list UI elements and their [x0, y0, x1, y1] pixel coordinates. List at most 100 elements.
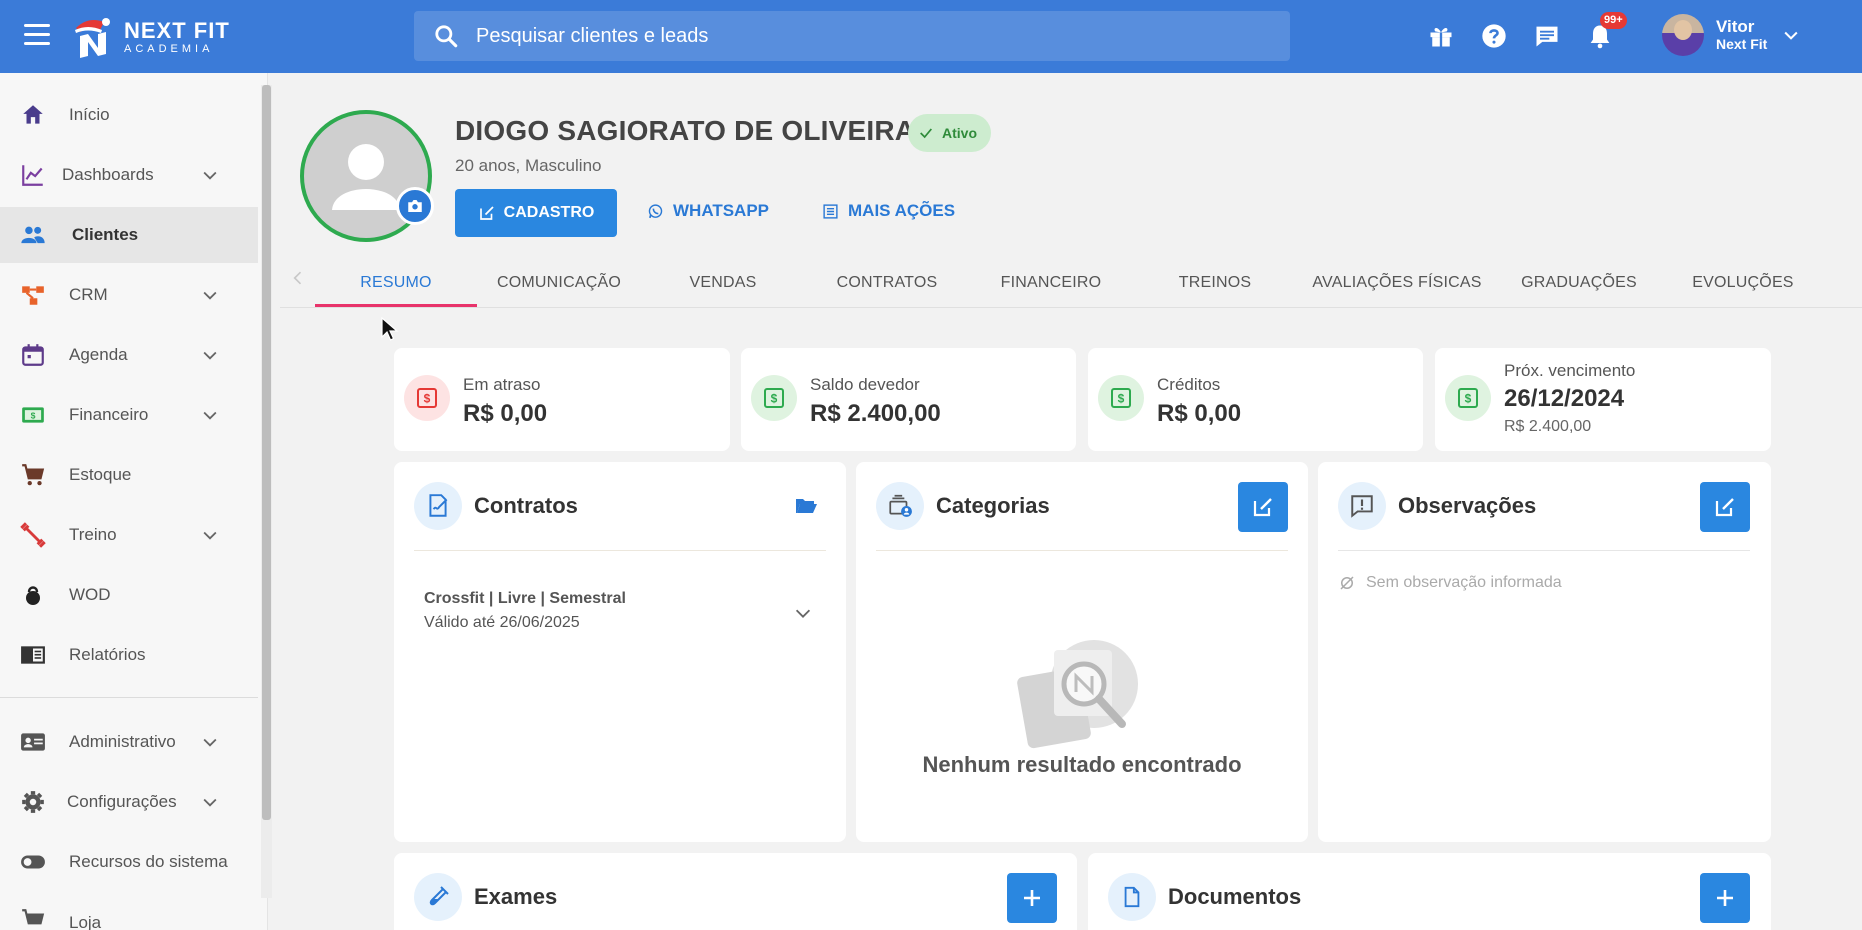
section-divider	[414, 550, 826, 551]
report-icon	[18, 640, 48, 670]
folder-open-icon[interactable]	[792, 494, 820, 518]
money-icon: $	[1445, 375, 1491, 421]
notifications-bell-icon[interactable]: 99+	[1573, 12, 1627, 54]
observacoes-empty-text: Sem observação informada	[1366, 574, 1562, 591]
calendar-icon	[18, 340, 48, 370]
sidebar-item-label: WOD	[69, 585, 111, 604]
sidebar-item-estoque[interactable]: Estoque	[0, 447, 258, 503]
wallet-user-icon	[876, 482, 924, 530]
sidebar-item-administrativo[interactable]: Administrativo	[0, 714, 258, 770]
sidebar-item-dashboards[interactable]: Dashboards	[0, 147, 258, 203]
section-title: Documentos	[1168, 884, 1302, 909]
chevron-left-icon[interactable]	[288, 268, 308, 288]
cadastro-label: CADASTRO	[503, 204, 595, 221]
active-tab-indicator	[315, 304, 477, 307]
add-documento-button[interactable]	[1700, 873, 1750, 923]
money-icon: $	[18, 400, 48, 430]
toggle-icon	[18, 847, 48, 877]
chevron-down-icon	[203, 738, 217, 747]
sidebar-item-label: Loja	[69, 913, 102, 930]
status-badge: Ativo	[908, 114, 991, 152]
user-menu[interactable]: Vitor Next Fit	[1662, 14, 1801, 56]
chevron-down-icon	[203, 798, 217, 807]
menu-icon[interactable]	[24, 24, 50, 46]
gift-icon[interactable]	[1414, 18, 1467, 54]
tab-contratos[interactable]: CONTRATOS	[805, 258, 969, 308]
chevron-down-icon[interactable]	[792, 602, 814, 624]
stat-value: R$ 2.400,00	[810, 400, 941, 427]
people-icon	[18, 220, 48, 250]
store-cart-icon	[18, 905, 48, 930]
sidebar-item-clientes[interactable]: Clientes	[0, 207, 258, 263]
sidebar-scroll-thumb[interactable]	[262, 85, 271, 820]
change-photo-button[interactable]	[396, 187, 434, 225]
section-divider	[876, 550, 1288, 551]
exames-card: Exames	[394, 853, 1077, 930]
sidebar-item-label: CRM	[69, 285, 108, 304]
home-icon	[18, 100, 48, 130]
stat-label: Próx. vencimento	[1504, 361, 1636, 380]
search-input[interactable]	[468, 11, 1290, 61]
chevron-down-icon	[203, 171, 217, 180]
logo-subtitle: ACADEMIA	[124, 42, 214, 55]
sidebar-item-crm[interactable]: CRM	[0, 267, 258, 323]
tab-vendas[interactable]: VENDAS	[641, 258, 805, 308]
section-title: Contratos	[474, 493, 578, 518]
sidebar-item-configuracoes[interactable]: Configurações	[0, 774, 258, 830]
search-bar	[414, 11, 1290, 61]
sidebar-scrollbar[interactable]	[261, 85, 272, 898]
mais-acoes-button[interactable]: MAIS AÇÕES	[822, 201, 955, 221]
client-name: DIOGO SAGIORATO DE OLIVEIRA	[455, 115, 916, 146]
sidebar-item-label: Agenda	[69, 345, 128, 364]
tab-financeiro[interactable]: FINANCEIRO	[969, 258, 1133, 308]
money-icon: $	[1098, 375, 1144, 421]
sidebar-item-financeiro[interactable]: $ Financeiro	[0, 387, 258, 443]
section-title: Categorias	[936, 493, 1050, 518]
edit-observacoes-button[interactable]	[1700, 482, 1750, 532]
chevron-down-icon	[203, 531, 217, 540]
sidebar-item-inicio[interactable]: Início	[0, 87, 258, 143]
sidebar-item-wod[interactable]: WOD	[0, 567, 258, 623]
help-icon[interactable]	[1467, 18, 1520, 54]
sidebar-item-treino[interactable]: Treino	[0, 507, 258, 563]
logo-title: NEXT FIT	[124, 17, 230, 43]
empty-search-illustration	[1017, 640, 1138, 749]
mouse-cursor-icon	[381, 317, 399, 341]
logo[interactable]: NEXT FIT ACADEMIA	[70, 12, 230, 62]
sidebar-item-label: Início	[69, 105, 110, 124]
user-company: Next Fit	[1716, 35, 1768, 52]
list-icon	[823, 203, 838, 219]
sidebar-item-relatorios[interactable]: Relatórios	[0, 627, 258, 683]
chevron-down-icon	[203, 351, 217, 360]
svg-text:$: $	[31, 411, 36, 421]
sidebar-item-label: Treino	[69, 525, 117, 544]
cadastro-button[interactable]: CADASTRO	[455, 189, 617, 237]
chevron-down-icon	[203, 291, 217, 300]
logo-mark-icon	[70, 14, 116, 60]
sidebar-item-label: Clientes	[72, 225, 139, 244]
tab-graduacoes[interactable]: GRADUAÇÕES	[1497, 258, 1661, 308]
sidebar-item-label: Estoque	[69, 465, 132, 484]
chat-icon[interactable]	[1520, 18, 1573, 54]
edit-categorias-button[interactable]	[1238, 482, 1288, 532]
gear-icon	[18, 787, 48, 817]
tab-treinos[interactable]: TREINOS	[1133, 258, 1297, 308]
section-title: Exames	[474, 884, 558, 909]
tab-comunicacao[interactable]: COMUNICAÇÃO	[477, 258, 641, 308]
sidebar-item-agenda[interactable]: Agenda	[0, 327, 258, 383]
stat-extra: R$ 2.400,00	[1504, 418, 1592, 435]
tab-resumo[interactable]: RESUMO	[315, 258, 477, 308]
whatsapp-button[interactable]: WHATSAPP	[647, 201, 769, 221]
add-exame-button[interactable]	[1007, 873, 1057, 923]
crm-icon	[18, 280, 48, 310]
svg-text:$: $	[1465, 392, 1472, 406]
sidebar-item-label: Configurações	[67, 792, 177, 811]
kettlebell-icon	[18, 580, 48, 610]
sidebar-item-loja[interactable]: Loja	[0, 891, 258, 930]
tab-evolucoes[interactable]: EVOLUÇÕES	[1661, 258, 1825, 308]
tab-avaliacoes-fisicas[interactable]: AVALIAÇÕES FÍSICAS	[1297, 258, 1497, 308]
user-name: Vitor	[1716, 16, 1755, 36]
section-divider	[1338, 550, 1750, 551]
sidebar-item-recursos-do-sistema[interactable]: Recursos do sistema	[0, 834, 258, 890]
cart-icon	[18, 460, 48, 490]
